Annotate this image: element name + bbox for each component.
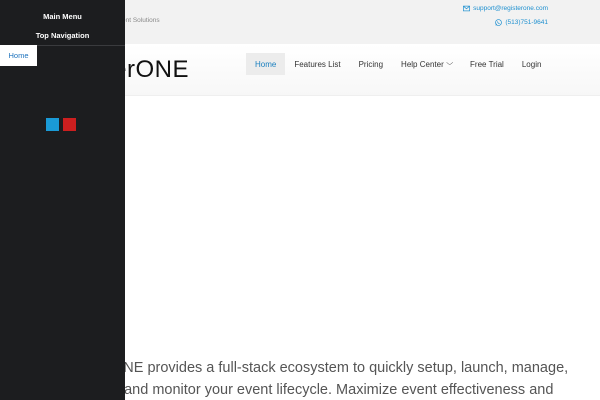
nav-pricing-label: Pricing <box>358 59 384 69</box>
nav-features-list[interactable]: Features List <box>285 53 349 75</box>
sidebar-top-navigation-heading: Top Navigation <box>35 31 90 40</box>
nav-home-label: Home <box>255 59 277 69</box>
support-phone-link[interactable]: (513)751-9641 <box>495 19 548 26</box>
hero-line-1: ONE provides a full-stack ecosystem to q… <box>112 360 569 376</box>
nav-pricing[interactable]: Pricing <box>350 53 392 75</box>
nav-help-center[interactable]: Help Center ⌵ <box>392 53 461 75</box>
nav-features-list-label: Features List <box>294 59 341 69</box>
envelope-icon <box>463 5 471 12</box>
blue-color-swatch[interactable] <box>46 118 59 131</box>
sidebar-item-home[interactable]: Home <box>0 45 37 66</box>
nav-home[interactable]: Home <box>246 53 286 75</box>
nav-login-label: Login <box>521 59 542 69</box>
red-color-swatch[interactable] <box>63 118 76 131</box>
site-tagline: ent Solutions <box>122 17 160 24</box>
support-email-link[interactable]: support@registerone.com <box>463 5 548 12</box>
nav-help-center-label: Help Center <box>401 59 444 69</box>
sidebar-menu-panel: Main Menu Top Navigation Home <box>0 0 125 400</box>
sidebar-divider <box>37 45 125 46</box>
nav-login[interactable]: Login <box>513 53 551 75</box>
support-phone-text: (513)751-9641 <box>505 19 548 26</box>
nav-free-trial-label: Free Trial <box>470 59 504 69</box>
whatsapp-icon <box>495 19 503 26</box>
main-navigation: Home Features List Pricing Help Center ⌵… <box>246 53 550 75</box>
hero-line-2: n and monitor your event lifecycle. Maxi… <box>112 382 554 398</box>
chevron-down-icon: ⌵ <box>445 60 453 67</box>
support-email-text: support@registerone.com <box>473 5 548 12</box>
nav-free-trial[interactable]: Free Trial <box>461 53 513 75</box>
sidebar-main-menu-heading: Main Menu <box>43 12 82 21</box>
